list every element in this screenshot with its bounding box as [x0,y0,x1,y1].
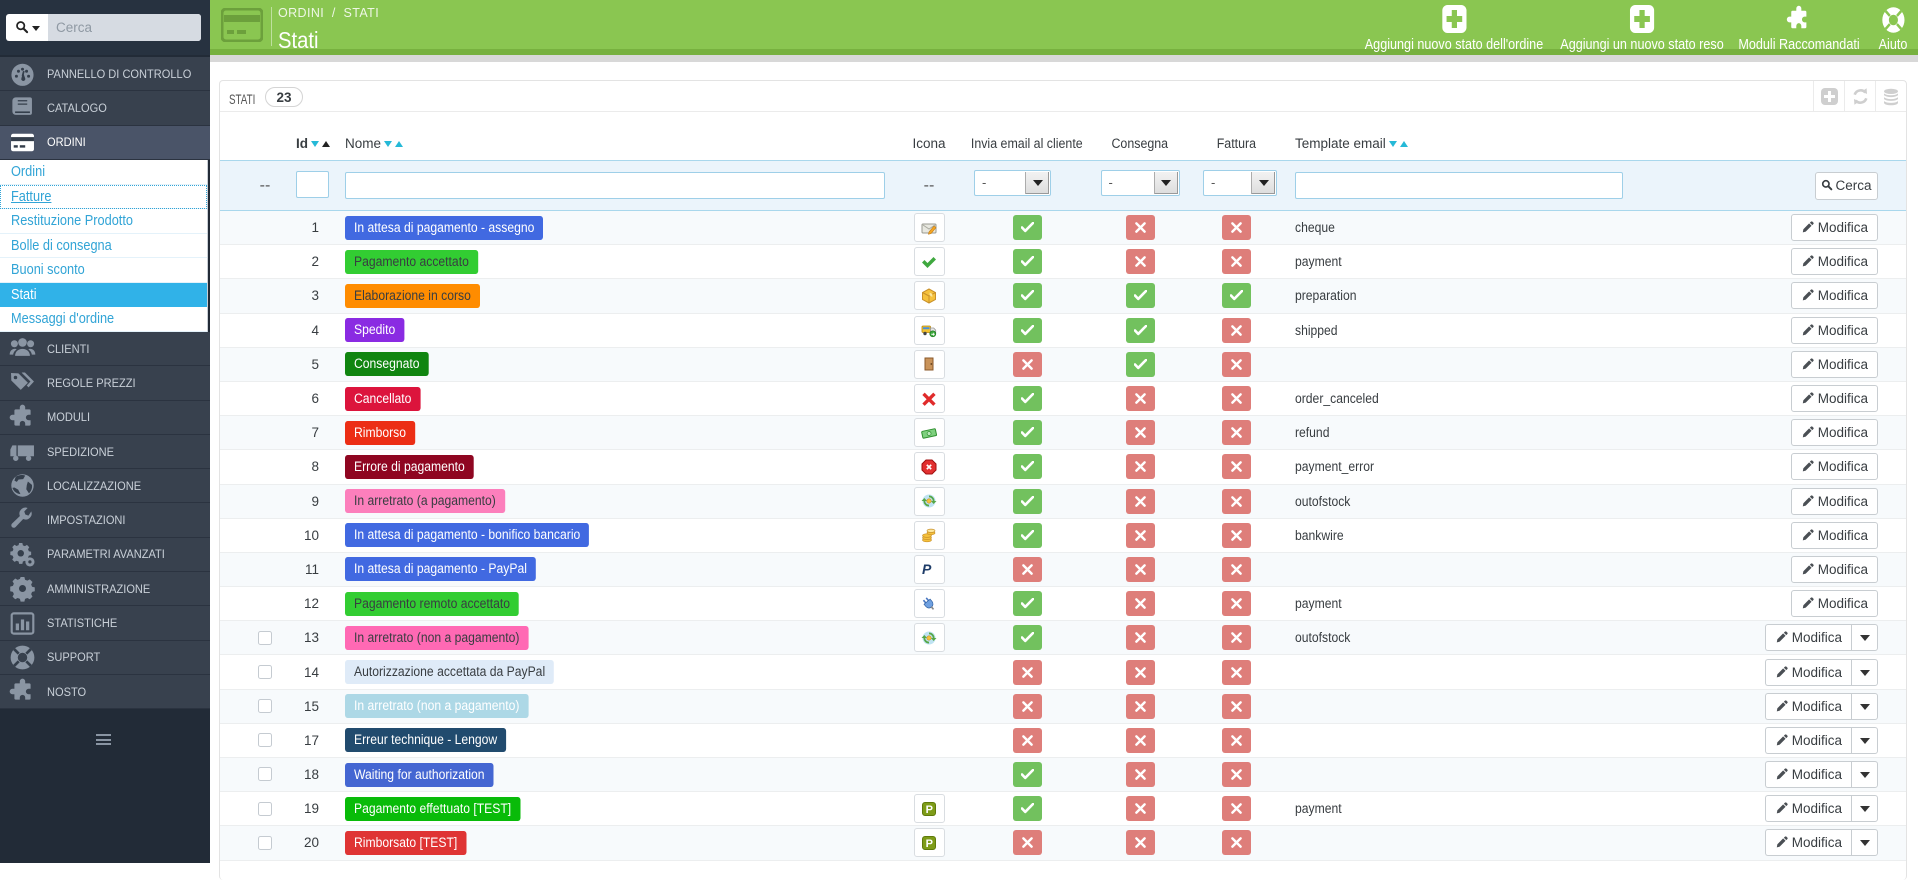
svg-text:P: P [926,804,933,816]
svg-text:P: P [922,561,932,577]
svg-text:P: P [926,838,933,850]
